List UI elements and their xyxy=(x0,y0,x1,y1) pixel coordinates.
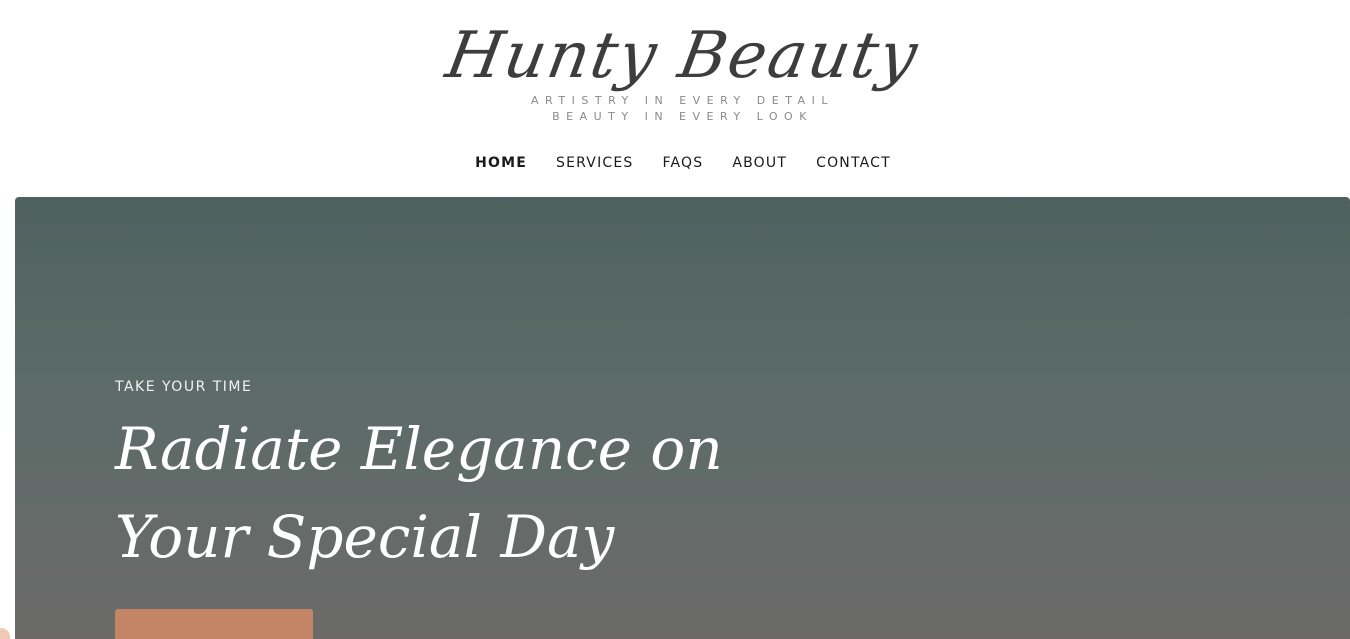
hero-cta-button[interactable] xyxy=(115,609,313,639)
hero-eyebrow: TAKE YOUR TIME xyxy=(115,379,253,395)
nav-item-services[interactable]: SERVICES xyxy=(556,155,634,171)
page: Hunty Beauty ARTISTRY IN EVERY DETAIL BE… xyxy=(0,0,1350,639)
hero-headline-line1: Radiate Elegance on xyxy=(115,415,723,483)
nav-item-faqs[interactable]: FAQS xyxy=(663,155,704,171)
logo-wordmark: Hunty Beauty xyxy=(440,19,925,93)
hero-headline-line2: Your Special Day xyxy=(115,503,615,571)
hero-section: TAKE YOUR TIME Radiate Elegance on Your … xyxy=(15,197,1350,639)
nav-item-home[interactable]: HOME xyxy=(475,155,527,171)
site-logo[interactable]: Hunty Beauty ARTISTRY IN EVERY DETAIL BE… xyxy=(430,6,935,130)
nav-item-about[interactable]: ABOUT xyxy=(732,155,787,171)
main-navigation: HOME SERVICES FAQS ABOUT CONTACT xyxy=(8,155,1350,171)
logo-tagline-line2: BEAUTY IN EVERY LOOK xyxy=(552,110,813,123)
logo-tagline-line1: ARTISTRY IN EVERY DETAIL xyxy=(531,94,834,107)
hero-headline: Radiate Elegance on Your Special Day xyxy=(115,405,835,581)
decorative-corner-shape xyxy=(0,628,10,639)
nav-item-contact[interactable]: CONTACT xyxy=(816,155,891,171)
